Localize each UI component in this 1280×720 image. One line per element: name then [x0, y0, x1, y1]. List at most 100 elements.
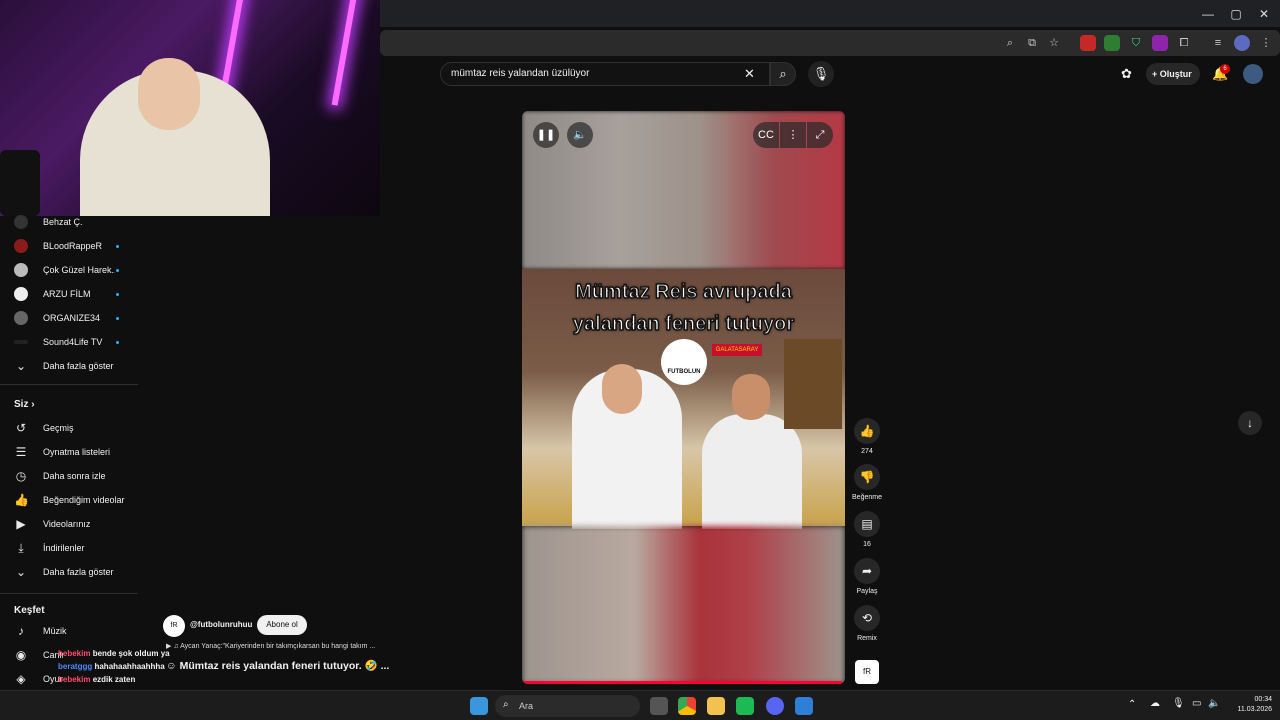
lion-painting [784, 339, 842, 429]
voice-search-icon[interactable]: 🎙 [808, 61, 834, 87]
search-icon[interactable]: ⌕ [770, 62, 796, 86]
streamer-head [138, 58, 200, 130]
sidebar: Behzat Ç. BLoodRappeR Çok Güzel Harek...… [0, 215, 140, 690]
mic-icon[interactable]: 🎙 [1172, 698, 1185, 709]
sound-thumbnail[interactable]: fR [855, 660, 879, 684]
sidebar-item-your-videos[interactable]: ▶ Videolarınız [0, 512, 138, 536]
comment-icon: ▤ [854, 511, 880, 537]
sidebar-item-liked[interactable]: 👍 Beğendiğim videolar [0, 488, 138, 512]
close-window-icon[interactable]: ✕ [1252, 6, 1276, 22]
extension-icon[interactable] [1152, 35, 1168, 51]
start-icon[interactable] [470, 697, 488, 715]
monitor-icon[interactable]: ▭ [1192, 698, 1201, 709]
streamer-webcam [0, 0, 380, 216]
chrome-icon[interactable] [678, 697, 696, 715]
menu-dots-icon[interactable]: ⋮ [1258, 35, 1274, 51]
app-icon[interactable] [795, 697, 813, 715]
show-more-button[interactable]: ⌄ Daha fazla göster [0, 560, 138, 584]
remix-button[interactable]: ⟲ Remix [853, 605, 881, 642]
share-icon: ➦ [854, 558, 880, 584]
subscription-item[interactable]: BLoodRappeR [0, 234, 138, 258]
volume-icon[interactable]: 🔈 [567, 122, 593, 148]
reading-list-icon[interactable]: ≡ [1210, 35, 1226, 51]
extension-icon[interactable] [1104, 35, 1120, 51]
sidebar-item-downloads[interactable]: ⤓ İndirilenler [0, 536, 138, 560]
history-icon: ↺ [15, 421, 27, 435]
comments-button[interactable]: ▤ 16 [853, 511, 881, 548]
sidebar-item-music[interactable]: ♪ Müzik [0, 619, 138, 643]
like-button[interactable]: 👍 274 [853, 418, 881, 455]
search-input[interactable]: mümtaz reis yalandan üzülüyor [440, 62, 770, 86]
task-view-icon[interactable] [650, 697, 668, 715]
dislike-button[interactable]: 👎 Beğenme [846, 464, 888, 501]
bookmark-star-icon[interactable]: ☆ [1046, 35, 1062, 51]
short-title: ☺ Mümtaz reis yalandan feneri tutuyor. 🤣… [166, 660, 390, 672]
extension-icon[interactable] [1080, 35, 1096, 51]
zoom-icon[interactable]: ⌕ [1002, 35, 1018, 51]
more-options-icon[interactable]: ⋮ [780, 122, 806, 148]
thumbs-down-icon: 👎 [854, 464, 880, 490]
maximize-icon[interactable]: ▢ [1224, 6, 1248, 22]
avatar[interactable] [1243, 64, 1263, 84]
discord-icon[interactable] [766, 697, 784, 715]
channel-handle[interactable]: @futbolunruhuu [190, 620, 252, 629]
app-icon[interactable] [736, 697, 754, 715]
studio-icon[interactable]: ✿ [1121, 66, 1132, 82]
man-right [702, 414, 802, 529]
explore-section-title: Keşfet [14, 605, 45, 616]
shield-icon[interactable]: ⛉ [1128, 35, 1144, 51]
banner: GALATASARAY [712, 344, 762, 356]
cast-icon[interactable]: ⧉ [1024, 35, 1040, 51]
clear-search-icon[interactable]: ✕ [744, 66, 755, 82]
subscription-item[interactable]: Behzat Ç. [0, 210, 138, 234]
create-button[interactable]: + Oluştur [1146, 63, 1200, 85]
you-section-title[interactable]: Siz › [14, 399, 35, 410]
show-more-button[interactable]: ⌄ Daha fazla göster [0, 354, 138, 378]
chat-message: bebekim bende şok oldum ya [58, 649, 170, 658]
address-bar[interactable] [380, 30, 1280, 56]
clock[interactable]: 00:34 11.03.2026 [1226, 695, 1272, 715]
subscription-item[interactable]: ORGANIZE34 [0, 306, 138, 330]
chevron-down-icon: ⌄ [15, 565, 27, 579]
download-icon: ⤓ [18, 541, 24, 555]
clock-icon: ◷ [15, 469, 27, 483]
sidebar-item-history[interactable]: ↺ Geçmiş [0, 416, 138, 440]
subscription-item[interactable]: Çok Güzel Harek... [0, 258, 138, 282]
puzzle-icon[interactable]: ⧠ [1176, 35, 1192, 51]
notification-count: 6 [1220, 64, 1230, 74]
video-overlay-text-1: Mümtaz Reis avrupada [574, 280, 792, 304]
microphone [0, 150, 40, 216]
captions-icon[interactable]: CC [753, 122, 779, 148]
thumbs-up-icon: 👍 [14, 493, 29, 507]
channel-avatar[interactable]: fR [163, 615, 185, 637]
music-line[interactable]: ▶ ♫ Aycan Yanaç:"Kariyerinden bir takımç… [166, 642, 375, 650]
profile-avatar[interactable] [1234, 35, 1250, 51]
sidebar-item-watch-later[interactable]: ◷ Daha sonra izle [0, 464, 138, 488]
speaker-icon[interactable]: 🔈 [1208, 698, 1220, 709]
search-icon: ⌕ [503, 699, 509, 710]
shorts-video-player[interactable]: Mümtaz Reis avrupada yalandan feneri tut… [522, 111, 845, 684]
chevron-up-icon[interactable]: ⌃ [1128, 699, 1136, 710]
play-pause-icon[interactable]: ❚❚ [533, 122, 559, 148]
channel-logo-watermark: FUTBOLUN [661, 339, 707, 385]
cloud-icon[interactable]: ☁ [1150, 698, 1160, 709]
next-video-icon[interactable]: ↓ [1238, 411, 1262, 435]
music-icon: ♪ [18, 624, 24, 638]
gaming-icon: ◈ [16, 672, 26, 686]
taskbar-search[interactable]: Ara [495, 695, 640, 717]
folder-icon[interactable] [707, 697, 725, 715]
chat-message: bebekim ezdik zaten [58, 675, 136, 684]
progress-bar[interactable] [522, 681, 842, 684]
sidebar-item-playlists[interactable]: ☰ Oynatma listeleri [0, 440, 138, 464]
minimize-icon[interactable]: — [1196, 6, 1220, 22]
windows-taskbar: Ara ⌕ ⌃ ☁ 🎙 ▭ 🔈 00:34 11.03.2026 [0, 690, 1280, 720]
playlist-icon: ☰ [15, 445, 27, 459]
subscribe-button[interactable]: Abone ol [257, 615, 307, 635]
thumbs-up-icon: 👍 [854, 418, 880, 444]
chat-message: beratggg hahahaahhaahhha [58, 662, 165, 671]
share-button[interactable]: ➦ Paylaş [853, 558, 881, 595]
subscription-item[interactable]: ARZU FİLM [0, 282, 138, 306]
fullscreen-icon[interactable]: ⤢ [807, 122, 833, 148]
subscription-item[interactable]: Sound4Life TV [0, 330, 138, 354]
chevron-down-icon: ⌄ [15, 359, 27, 373]
